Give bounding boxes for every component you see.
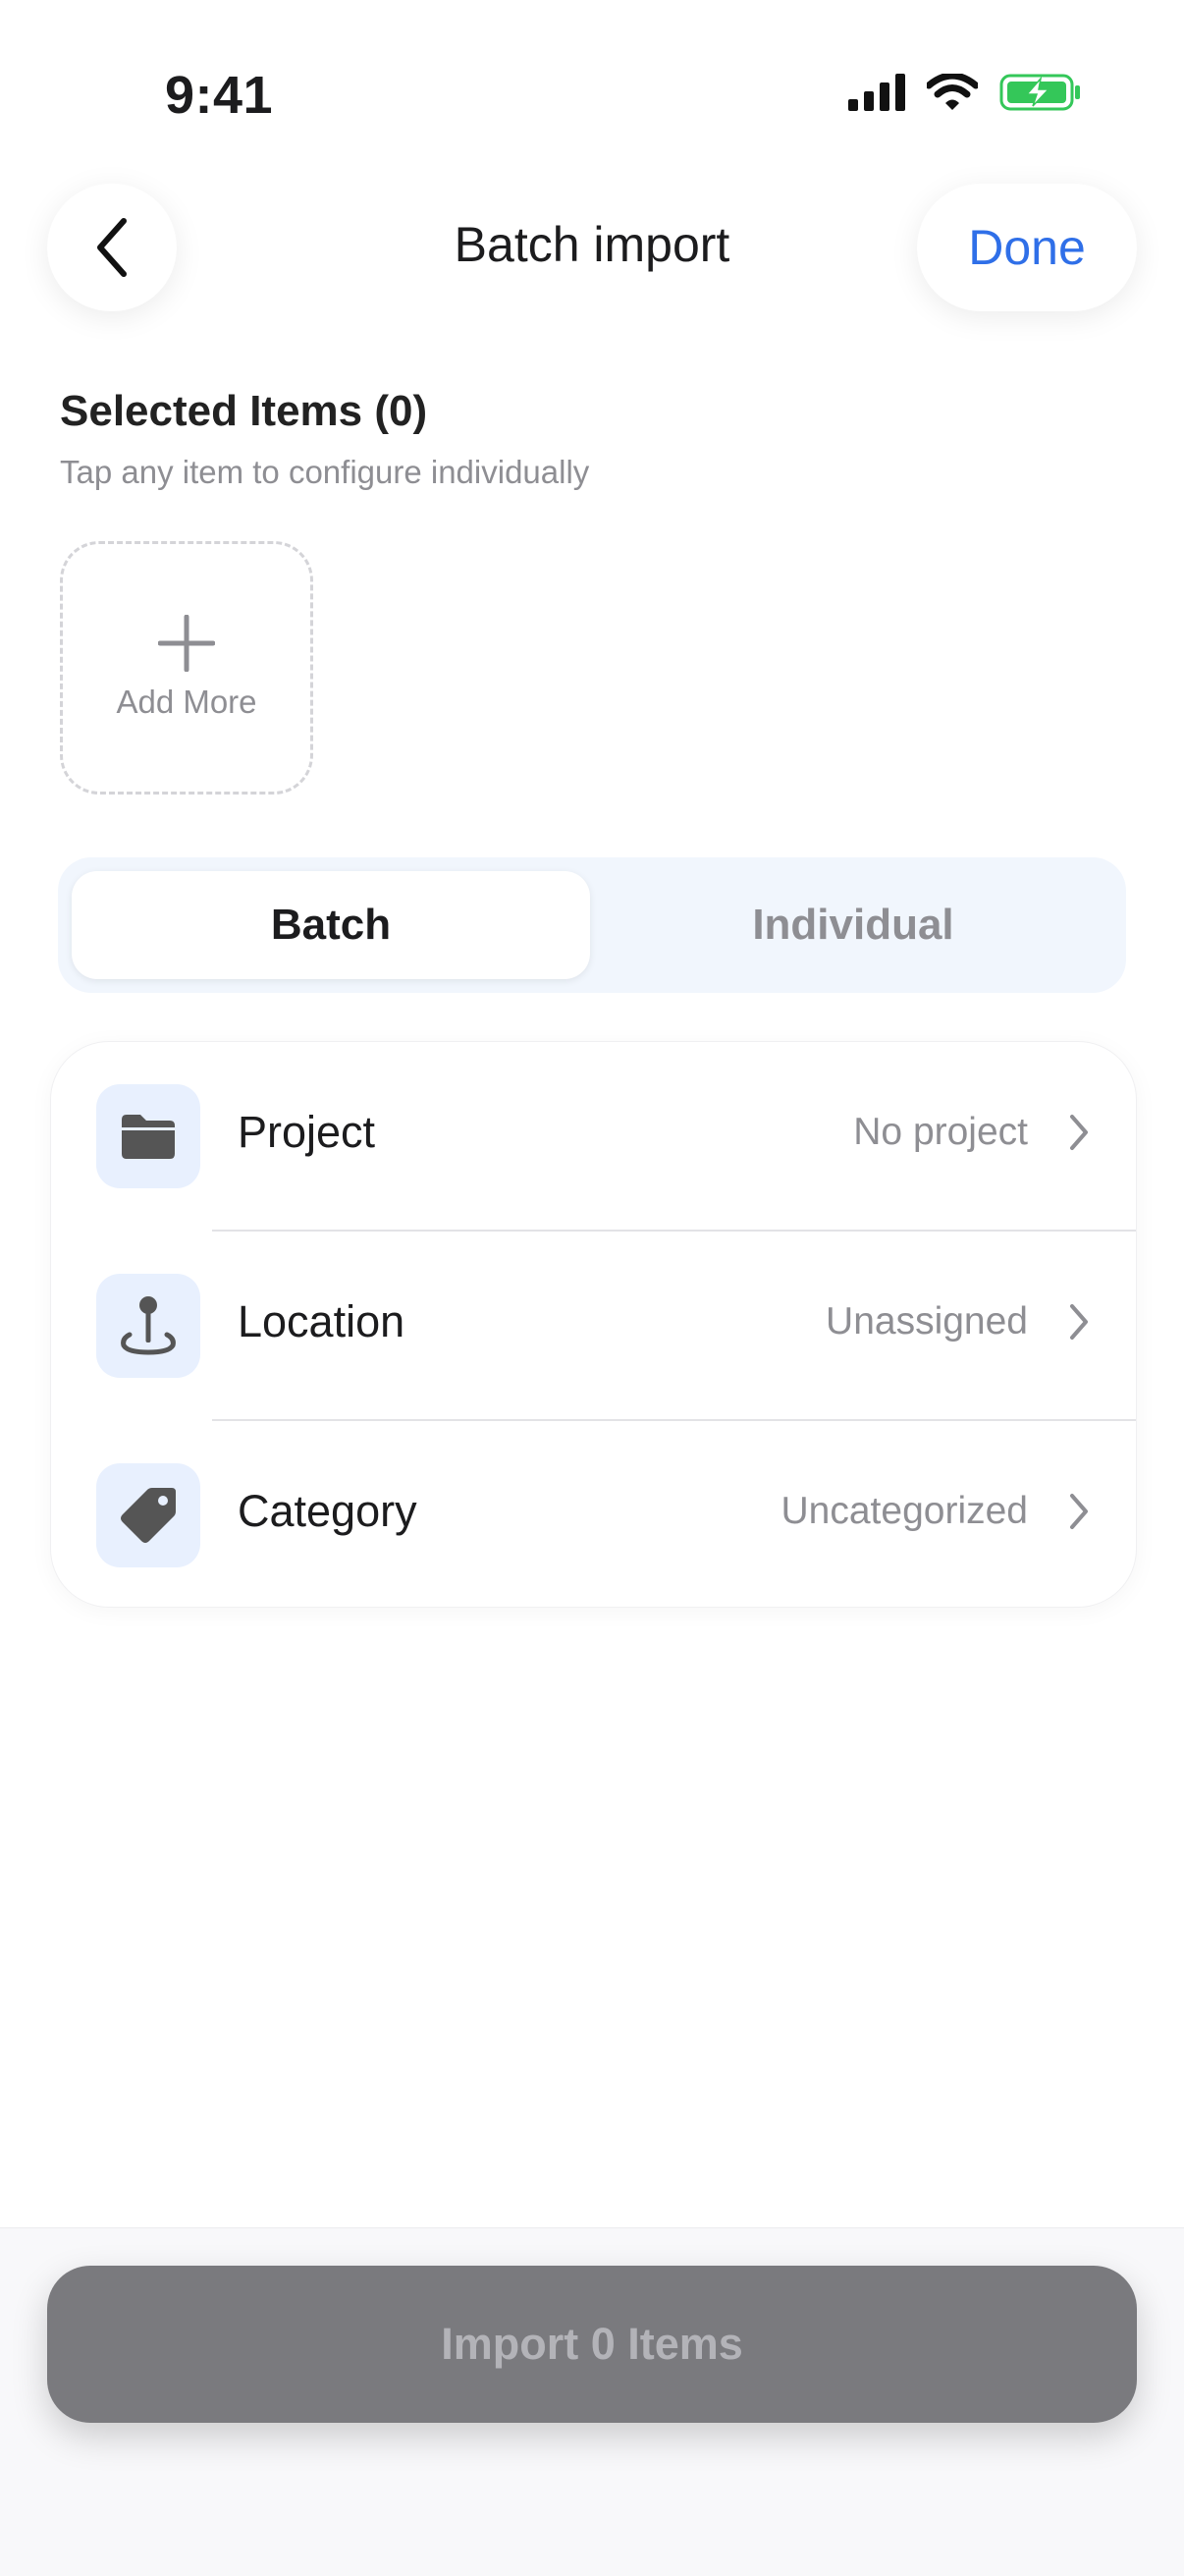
status-icons xyxy=(848,73,1082,112)
batch-settings-card: Project No project Location Unassigned C… xyxy=(50,1041,1137,1608)
location-value: Unassigned xyxy=(826,1300,1028,1343)
settings-row-project[interactable]: Project No project xyxy=(51,1042,1136,1232)
status-bar: 9:41 xyxy=(0,0,1184,187)
segment-individual[interactable]: Individual xyxy=(594,871,1112,979)
selected-items-subtitle: Tap any item to configure individually xyxy=(60,454,590,490)
wifi-icon xyxy=(927,74,978,110)
category-label: Category xyxy=(238,1486,417,1536)
chevron-right-icon xyxy=(1070,1494,1088,1529)
tag-icon xyxy=(96,1463,200,1567)
folder-icon xyxy=(96,1084,200,1188)
add-more-button[interactable]: Add More xyxy=(60,541,313,795)
add-more-label: Add More xyxy=(116,684,257,720)
project-value: No project xyxy=(853,1111,1028,1153)
segment-batch[interactable]: Batch xyxy=(72,871,590,979)
mode-segmented-control: Batch Individual xyxy=(58,857,1126,993)
project-label: Project xyxy=(238,1107,376,1157)
import-button[interactable]: Import 0 Items xyxy=(47,2266,1137,2423)
done-button[interactable]: Done xyxy=(917,184,1137,311)
status-time: 9:41 xyxy=(165,66,274,125)
settings-row-category[interactable]: Category Uncategorized xyxy=(51,1421,1136,1607)
battery-charging-icon xyxy=(999,74,1080,111)
settings-row-location[interactable]: Location Unassigned xyxy=(51,1232,1136,1421)
selected-items-heading: Selected Items (0) xyxy=(60,387,428,435)
chevron-right-icon xyxy=(1070,1115,1088,1150)
chevron-right-icon xyxy=(1070,1304,1088,1340)
plus-icon xyxy=(158,615,215,672)
location-label: Location xyxy=(238,1296,405,1346)
category-value: Uncategorized xyxy=(780,1490,1028,1532)
location-pin-icon xyxy=(96,1274,200,1378)
cellular-signal-icon xyxy=(848,74,905,111)
